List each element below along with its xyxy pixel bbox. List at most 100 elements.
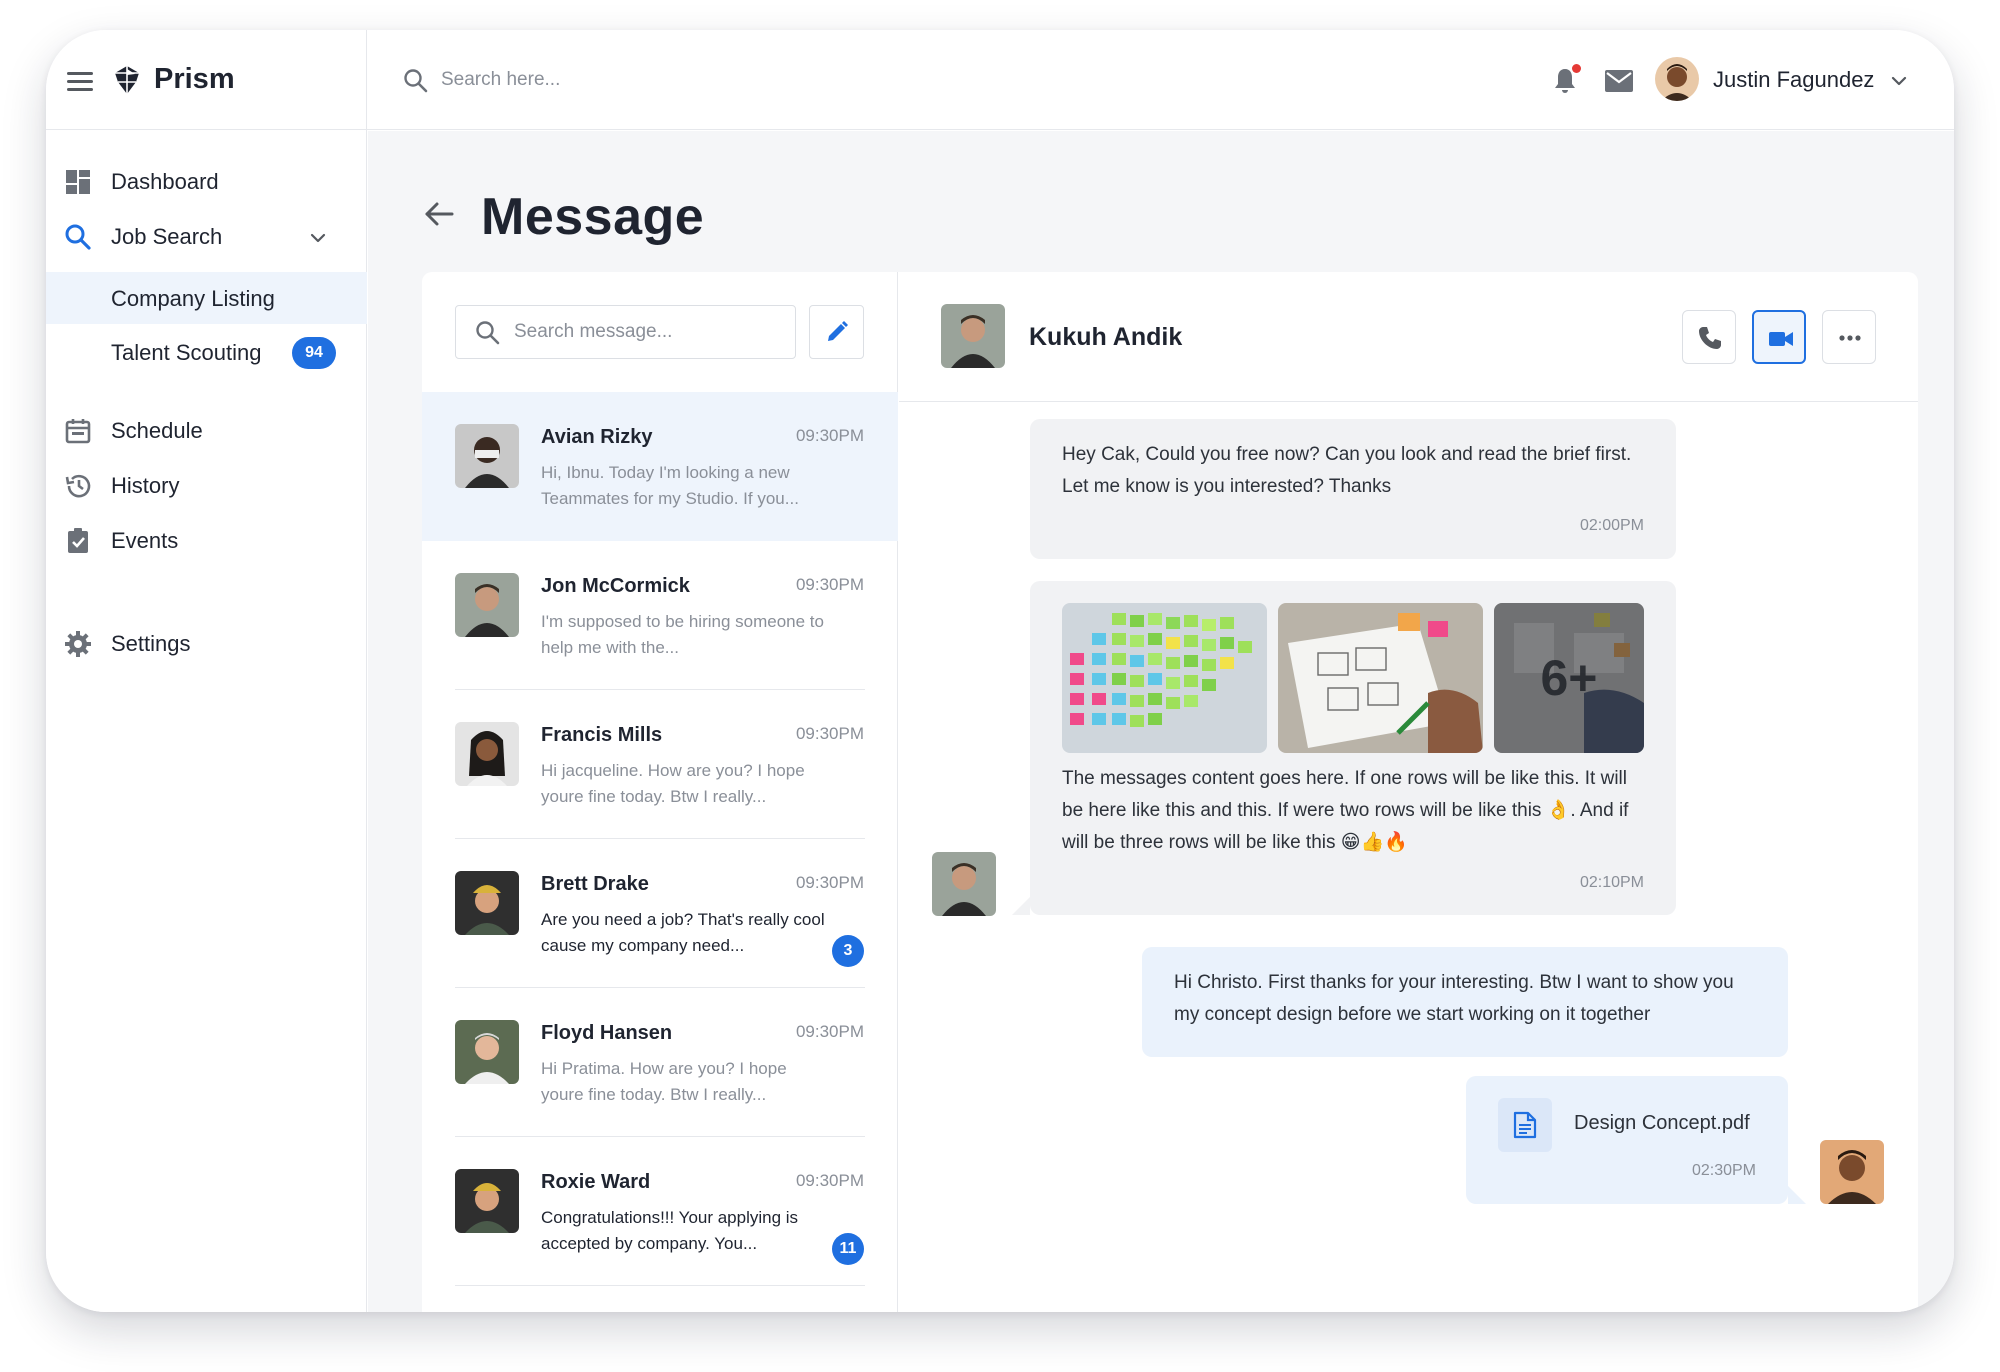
message-time: 09:30PM (795, 426, 864, 445)
talent-scouting-badge: 94 (292, 337, 336, 369)
file-name[interactable]: Design Concept.pdf (1574, 1112, 1750, 1135)
gear-icon (65, 631, 91, 657)
contact-avatar (932, 852, 996, 916)
message-time: 09:30PM (795, 575, 864, 594)
sidebar-item-label: Schedule (111, 418, 203, 443)
incoming-message: Hey Cak, Could you free now? Can you loo… (1030, 419, 1676, 559)
search-icon (476, 321, 500, 345)
contact-name: Brett Drake (541, 873, 649, 895)
sidebar-item-label: Talent Scouting (111, 340, 262, 365)
brand-bar: Prism (46, 30, 367, 130)
message-text: Hey Cak, Could you free now? Can you loo… (1062, 444, 1632, 497)
contact-name: Roxie Ward (541, 1171, 651, 1193)
message-time: 09:30PM (795, 1171, 864, 1190)
chat-contact-name: Kukuh Andik (1029, 323, 1183, 351)
sidebar-item-events[interactable]: Events (46, 514, 367, 568)
chat-window: Kukuh Andik Hey Cak, Could you free now?… (899, 272, 1918, 1312)
sidebar: Prism Dashboard Job Search Company Listi… (46, 30, 367, 1312)
contact-avatar (455, 1020, 519, 1084)
more-horizontal-icon (1839, 335, 1861, 341)
contact-name: Floyd Hansen (541, 1022, 673, 1044)
message-time: 09:30PM (795, 1022, 864, 1041)
notification-dot (1572, 64, 1581, 73)
sidebar-item-job-search[interactable]: Job Search (46, 210, 367, 264)
unread-count-badge: 11 (832, 1233, 864, 1265)
sidebar-item-label: History (111, 473, 180, 498)
call-button[interactable] (1682, 310, 1736, 364)
user-avatar[interactable] (1655, 57, 1699, 101)
sidebar-subitem-talent-scouting[interactable]: Talent Scouting 94 (46, 326, 367, 378)
conversation-item[interactable]: Floyd Hansen 09:30PM Hi Pratima. How are… (422, 988, 898, 1137)
sidebar-item-dashboard[interactable]: Dashboard (46, 155, 367, 209)
messages-panel: Avian Rizky 09:30PM Hi, Ibnu. Today I'm … (422, 272, 1918, 1312)
app-window: Prism Dashboard Job Search Company Listi… (46, 30, 1954, 1312)
message-preview: Congratulations!!! Your applying is acce… (541, 1208, 799, 1253)
message-time: 02:30PM (1691, 1162, 1756, 1179)
contact-avatar (455, 573, 519, 637)
more-options-button[interactable] (1822, 310, 1876, 364)
message-time: 09:30PM (795, 873, 864, 892)
conversation-item[interactable]: Brett Drake 09:30PM Are you need a job? … (422, 839, 898, 988)
prism-logo-icon (115, 66, 139, 94)
message-time: 09:30PM (795, 724, 864, 743)
message-preview: Hi Pratima. How are you? I hope youre fi… (541, 1059, 787, 1104)
conversation-item[interactable]: Avian Rizky 09:30PM Hi, Ibnu. Today I'm … (422, 392, 898, 541)
arrow-left-icon[interactable] (422, 197, 456, 231)
contact-name: Avian Rizky (541, 426, 653, 448)
attached-photo[interactable] (1278, 603, 1483, 753)
main-content: Message Search message... Avian Rizky 09… (368, 131, 1954, 1312)
message-text: The messages content goes here. If one r… (1062, 768, 1629, 853)
phone-icon (1699, 327, 1721, 349)
attached-photo[interactable] (1062, 603, 1267, 753)
message-preview: Hi, Ibnu. Today I'm looking a new Teamma… (541, 463, 799, 508)
message-preview: I'm supposed to be hiring someone to hel… (541, 612, 824, 657)
bubble-tail (1788, 1186, 1806, 1204)
conversation-item[interactable]: Jon McCormick 09:30PM I'm supposed to be… (422, 541, 898, 690)
history-icon (65, 474, 91, 498)
message-search-input[interactable] (514, 316, 784, 348)
chevron-down-icon[interactable] (1889, 71, 1909, 91)
message-search-box (455, 305, 796, 359)
chevron-down-icon[interactable] (308, 228, 328, 248)
conversation-item[interactable]: Francis Mills 09:30PM Hi jacqueline. How… (422, 690, 898, 839)
topbar: Justin Fagundez (367, 30, 1954, 130)
more-photos-count: 6+ (1494, 603, 1644, 753)
sidebar-subitem-company-listing[interactable]: Company Listing (46, 272, 367, 324)
contact-avatar (455, 1169, 519, 1233)
contact-name: Francis Mills (541, 724, 663, 746)
message-preview: Are you need a job? That's really cool c… (541, 910, 825, 955)
message-text: Hi Christo. First thanks for your intere… (1174, 972, 1734, 1025)
contact-avatar (455, 424, 519, 488)
incoming-message: 6+ The messages content goes here. If on… (1030, 581, 1676, 915)
calendar-icon (65, 419, 91, 444)
conversation-list: Avian Rizky 09:30PM Hi, Ibnu. Today I'm … (422, 272, 898, 1312)
menu-icon[interactable] (67, 72, 93, 92)
conversation-item[interactable]: Roxie Ward 09:30PM Congratulations!!! Yo… (422, 1137, 898, 1286)
compose-button[interactable] (809, 305, 864, 359)
search-icon (404, 69, 428, 93)
sidebar-item-label: Events (111, 528, 179, 553)
sidebar-item-schedule[interactable]: Schedule (46, 404, 367, 458)
search-icon (65, 224, 91, 250)
sidebar-item-history[interactable]: History (46, 459, 367, 513)
document-icon (1513, 1111, 1537, 1139)
attached-photo-more[interactable]: 6+ (1494, 603, 1644, 753)
contact-avatar[interactable] (941, 304, 1005, 368)
pencil-icon (828, 321, 848, 341)
contact-avatar (455, 871, 519, 935)
page-title: Message (481, 188, 705, 246)
unread-count-badge: 3 (832, 935, 864, 967)
chat-header: Kukuh Andik (899, 272, 1918, 402)
bubble-tail (1012, 897, 1030, 915)
contact-name: Jon McCormick (541, 575, 690, 597)
sidebar-item-label: Job Search (111, 224, 223, 249)
sidebar-item-label: Dashboard (111, 169, 219, 194)
global-search-input[interactable] (441, 60, 941, 100)
outgoing-file-message: Design Concept.pdf 02:30PM (1466, 1076, 1788, 1204)
video-call-button[interactable] (1752, 310, 1806, 364)
file-chip[interactable] (1498, 1098, 1552, 1152)
user-name[interactable]: Justin Fagundez (1713, 67, 1874, 93)
sidebar-item-settings[interactable]: Settings (46, 617, 367, 671)
sidebar-item-label: Company Listing (111, 286, 275, 311)
mail-icon[interactable] (1604, 68, 1634, 94)
